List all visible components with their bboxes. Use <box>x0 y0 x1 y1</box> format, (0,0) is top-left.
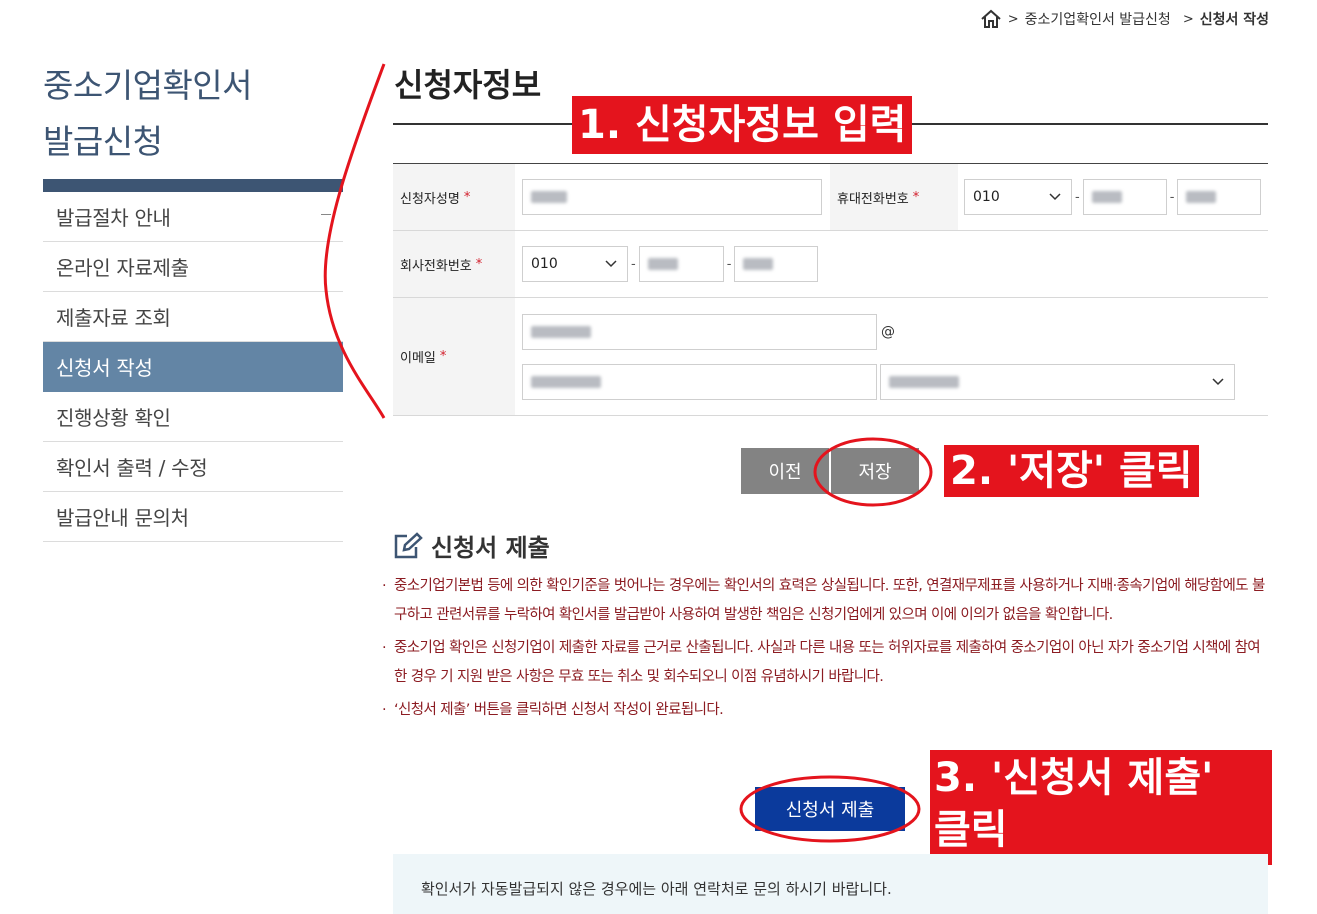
chevron-down-icon <box>1049 193 1061 201</box>
sidebar-item-contact[interactable]: 발급안내 문의처 <box>43 492 343 542</box>
form-row-company-phone: 회사전화번호 * 010 - - <box>393 231 1268 298</box>
annotation-bracket <box>323 63 386 419</box>
redacted-value <box>647 258 678 270</box>
mobile-label: 휴대전화번호 * <box>830 164 958 230</box>
mobile-prefix-value: 010 <box>973 189 1000 205</box>
company-phone-label-text: 회사전화번호 <box>400 258 472 274</box>
mobile-prefix-select[interactable]: 010 <box>964 179 1072 215</box>
sidebar-item-label: 신청서 작성 <box>56 356 153 380</box>
redacted-value <box>1091 191 1122 203</box>
email-domain-select[interactable] <box>880 363 1235 400</box>
chevron-right-icon: > <box>1007 11 1019 27</box>
company-phone-middle-input[interactable] <box>638 246 724 282</box>
chevron-down-icon <box>1212 377 1224 385</box>
name-label: 신청자성명 * <box>393 164 515 230</box>
required-mark: * <box>475 256 483 272</box>
sidebar-item-online-submit[interactable]: 온라인 자료제출 <box>43 242 343 292</box>
annotation-circle-save <box>813 437 933 507</box>
email-id-input[interactable] <box>522 313 877 350</box>
required-mark: * <box>912 189 920 205</box>
applicant-name-input[interactable] <box>522 179 822 215</box>
at-sign: @ <box>881 323 895 340</box>
breadcrumb-link[interactable]: 중소기업확인서 발급신청 <box>1025 9 1171 29</box>
annotation-step2: 2. '저장' 클릭 <box>944 445 1199 497</box>
page-title: 신청자정보 <box>394 66 542 104</box>
annotation-step3-line1: 3. '신청서 제출' <box>934 755 1214 801</box>
required-mark: * <box>463 189 471 205</box>
notice-title-text: 신청서 제출 <box>431 534 550 562</box>
notice-item: 중소기업 확인은 신청기업이 제출한 자료를 근거로 산출됩니다. 사실과 다른… <box>382 634 1272 692</box>
annotation-step1: 1. 신청자정보 입력 <box>572 96 913 154</box>
email-label: 이메일 * <box>393 298 515 415</box>
mobile-label-text: 휴대전화번호 <box>837 191 909 207</box>
info-box: 확인서가 자동발급되지 않은 경우에는 아래 연락처로 문의 하시기 바랍니다. <box>393 854 1268 914</box>
name-label-text: 신청자성명 <box>400 191 460 207</box>
company-phone-prefix-select[interactable]: 010 <box>522 246 628 282</box>
email-domain-input[interactable] <box>522 363 877 400</box>
sidebar-item-progress[interactable]: 진행상황 확인 <box>43 392 343 442</box>
sidebar-item-label: 확인서 출력 / 수정 <box>56 456 208 480</box>
chevron-down-icon <box>605 260 617 268</box>
redacted-value <box>743 258 774 270</box>
notice-list: 중소기업기본법 등에 의한 확인기준을 벗어나는 경우에는 확인서의 효력은 상… <box>382 572 1272 729</box>
sidebar-item-guide[interactable]: 발급절차 안내 <box>43 192 343 242</box>
company-prefix-value: 010 <box>531 256 558 272</box>
sidebar-item-print[interactable]: 확인서 출력 / 수정 <box>43 442 343 492</box>
required-mark: * <box>439 349 447 364</box>
sidebar-item-label: 온라인 자료제출 <box>56 256 189 280</box>
company-phone-last-input[interactable] <box>734 246 819 282</box>
sidebar-item-label: 발급안내 문의처 <box>56 506 189 530</box>
sidebar-item-label: 진행상황 확인 <box>56 406 171 430</box>
form-row-name-mobile: 신청자성명 * 휴대전화번호 * 010 - - <box>393 164 1268 231</box>
redacted-value <box>1186 191 1217 203</box>
dash-separator: - <box>631 256 636 272</box>
breadcrumb-current: 신청서 작성 <box>1199 12 1269 28</box>
chevron-right-icon: > <box>1182 11 1194 27</box>
form-row-email: 이메일 * @ <box>393 298 1268 416</box>
annotation-step3: 3. '신청서 제출' 클릭 <box>930 750 1272 865</box>
sidebar-title: 중소기업확인서 발급신청 <box>43 58 253 170</box>
sidebar-item-label: 발급절차 안내 <box>56 206 171 230</box>
mobile-middle-input[interactable] <box>1082 179 1167 215</box>
redacted-value <box>531 191 567 203</box>
dash-separator: - <box>1075 189 1080 205</box>
notice-item: ‘신청서 제출’ 버튼을 클릭하면 신청서 작성이 완료됩니다. <box>382 696 1272 725</box>
info-text: 확인서가 자동발급되지 않은 경우에는 아래 연락처로 문의 하시기 바랍니다. <box>421 880 892 898</box>
redacted-value <box>889 375 959 388</box>
dash-separator: - <box>1169 189 1175 205</box>
dash-separator: - <box>726 256 732 272</box>
notice-title: 신청서 제출 <box>393 528 550 563</box>
sidebar-item-application[interactable]: 신청서 작성 <box>43 342 343 392</box>
sidebar-divider <box>43 179 343 192</box>
applicant-form: 신청자성명 * 휴대전화번호 * 010 - - 회사전화번호 * 010 - - 이… <box>393 163 1268 416</box>
annotation-step3-line2: 클릭 <box>934 807 1008 853</box>
email-label-text: 이메일 <box>400 351 436 366</box>
notice-item: 중소기업기본법 등에 의한 확인기준을 벗어나는 경우에는 확인서의 효력은 상… <box>382 572 1272 630</box>
sidebar-title-line1: 중소기업확인서 <box>43 66 253 105</box>
annotation-circle-submit <box>739 775 921 843</box>
sidebar-item-submission-lookup[interactable]: 제출자료 조회 <box>43 292 343 342</box>
breadcrumb: > 중소기업확인서 발급신청 > 신청서 작성 <box>980 8 1269 30</box>
home-icon[interactable] <box>980 9 1002 29</box>
sidebar-menu: 발급절차 안내 온라인 자료제출 제출자료 조회 신청서 작성 진행상황 확인 … <box>43 192 343 542</box>
mobile-last-input[interactable] <box>1177 179 1262 215</box>
edit-icon <box>394 531 423 558</box>
redacted-value <box>531 375 601 388</box>
company-phone-label: 회사전화번호 * <box>393 231 515 297</box>
sidebar-item-label: 제출자료 조회 <box>56 306 171 330</box>
redacted-value <box>531 325 591 338</box>
sidebar-title-line2: 발급신청 <box>43 122 163 161</box>
